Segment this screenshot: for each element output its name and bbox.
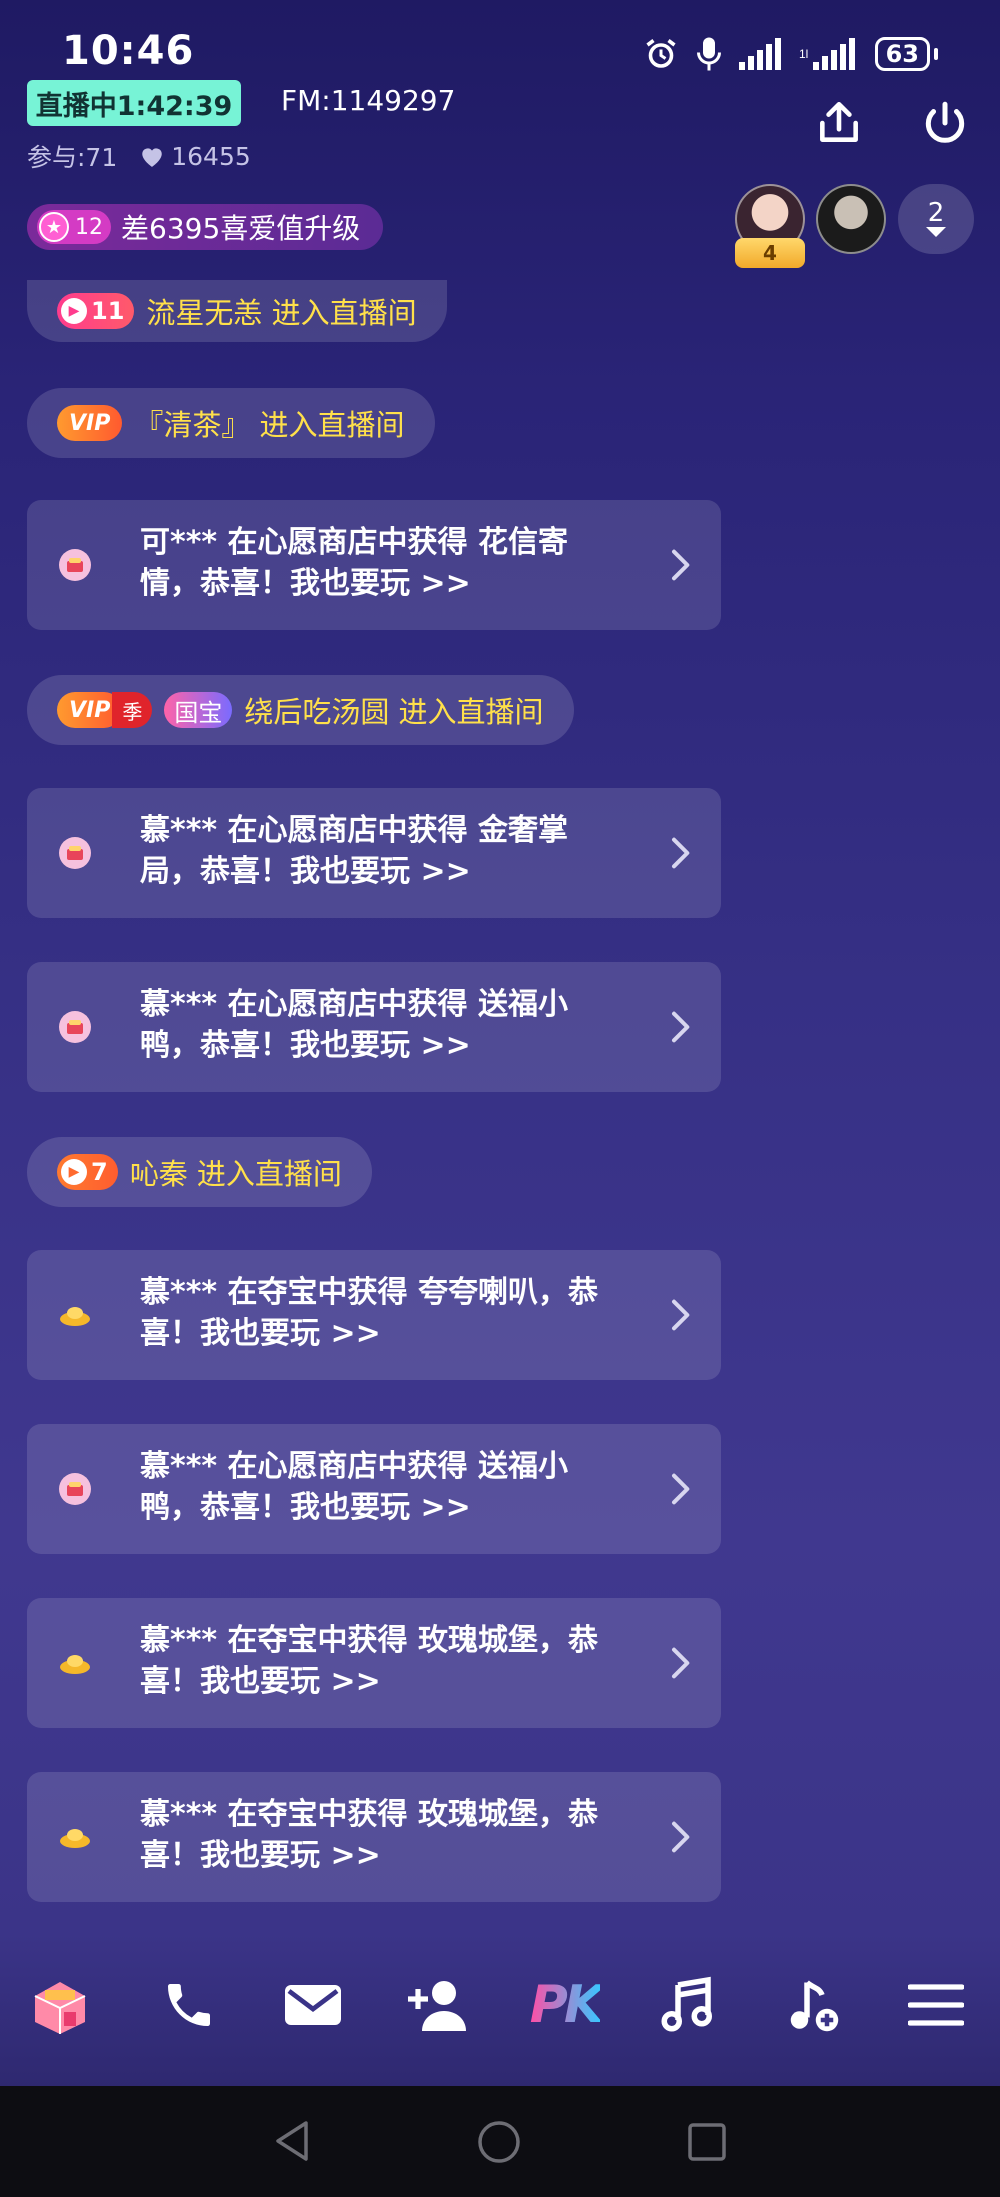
- share-icon: [820, 101, 858, 142]
- system-nav-bar: [0, 2086, 1000, 2197]
- star-icon: ★: [39, 212, 69, 242]
- heart-icon: [142, 148, 162, 167]
- music-add-icon: [790, 1980, 839, 2032]
- viewer-count-button[interactable]: 2: [898, 184, 974, 254]
- live-duration-badge: 直播中1:42:39: [27, 80, 241, 126]
- signal-4g-icon: 1l: [799, 38, 855, 70]
- gift-notice-text: 慕*** 在心愿商店中获得 送福小鸭，恭喜！我也要玩 >>: [140, 1449, 568, 1525]
- enter-message: VIP 『清茶』 进入直播间: [27, 388, 435, 458]
- enter-message: ▶ 11 流星无恙 进入直播间: [27, 280, 447, 342]
- season-badge: 季: [112, 692, 153, 728]
- wish-shop-icon: [59, 1473, 91, 1505]
- viewer-count: 2: [927, 198, 945, 228]
- shop-button[interactable]: [25, 1960, 95, 2050]
- music-button[interactable]: [653, 1960, 723, 2050]
- chevron-right-icon: [672, 1821, 690, 1853]
- enter-message: VIP 季 国宝 绕后吃汤圆 进入直播间: [27, 675, 574, 745]
- gift-notice-text: 慕*** 在心愿商店中获得 送福小鸭，恭喜！我也要玩 >>: [140, 987, 568, 1063]
- phone-icon: [168, 1984, 210, 2026]
- guobao-badge: 国宝: [164, 692, 233, 728]
- wish-shop-icon: [59, 837, 91, 869]
- music-request-button[interactable]: [777, 1960, 847, 2050]
- enter-text: 『清茶』 进入直播间: [134, 408, 405, 442]
- chevron-right-icon: [672, 1647, 690, 1679]
- participants-count: 参与:71: [27, 143, 118, 172]
- enter-message: ▶ 7 吣秦 进入直播间: [27, 1137, 372, 1207]
- avatar-rank-badge: 4: [735, 238, 805, 268]
- back-icon[interactable]: [270, 2119, 314, 2163]
- love-level-pill[interactable]: ★ 12 差6395喜爱值升级: [27, 204, 383, 250]
- chevron-right-icon: [672, 1473, 690, 1505]
- svg-text:1l: 1l: [799, 47, 808, 61]
- music-icon: [661, 1976, 712, 2032]
- bottom-toolbar: PK: [0, 1960, 1000, 2050]
- gift-notice-card[interactable]: 慕*** 在心愿商店中获得 金奢掌局，恭喜！我也要玩 >>: [27, 788, 721, 918]
- signal-icon: [738, 38, 781, 70]
- power-icon: [925, 101, 965, 143]
- call-button[interactable]: [154, 1960, 224, 2050]
- wish-shop-icon: [59, 549, 91, 581]
- rank-badge: ▶ 11: [57, 293, 135, 329]
- wish-shop-icon: [59, 1011, 91, 1043]
- gold-ingot-icon: [60, 1829, 90, 1848]
- love-level-number: 12: [75, 214, 103, 240]
- mail-icon: [285, 1985, 341, 2025]
- rank-icon: ▶: [61, 1159, 87, 1185]
- gold-ingot-icon: [60, 1655, 90, 1674]
- love-upgrade-text: 差6395喜爱值升级: [121, 212, 361, 245]
- love-level-badge: ★ 12: [37, 210, 111, 244]
- shop-icon: [34, 1982, 86, 2034]
- add-user-icon: [408, 1981, 466, 2031]
- enter-text: 绕后吃汤圆 进入直播间: [244, 695, 544, 729]
- room-stats: 参与:71 16455: [27, 138, 251, 174]
- chevron-right-icon: [672, 549, 690, 581]
- exit-button[interactable]: [914, 92, 976, 154]
- caret-down-icon: [926, 227, 946, 237]
- menu-icon: [908, 1984, 964, 2026]
- pk-icon: PK: [529, 1975, 604, 2035]
- gift-notice-text: 慕*** 在夺宝中获得 玫瑰城堡，恭喜！我也要玩 >>: [140, 1623, 598, 1699]
- message-button[interactable]: [278, 1960, 348, 2050]
- battery-icon: 63: [874, 37, 930, 71]
- pk-button[interactable]: PK: [525, 1960, 605, 2050]
- gift-notice-card[interactable]: 慕*** 在心愿商店中获得 送福小鸭，恭喜！我也要玩 >>: [27, 1424, 721, 1554]
- chevron-right-icon: [672, 837, 690, 869]
- share-button[interactable]: [808, 92, 870, 154]
- likes-count: 16455: [171, 141, 251, 171]
- recents-icon[interactable]: [686, 2121, 728, 2163]
- rank-icon: ▶: [61, 298, 87, 324]
- mic-icon: [696, 37, 721, 71]
- enter-text: 吣秦 进入直播间: [129, 1157, 342, 1191]
- vip-badge: VIP: [57, 405, 123, 441]
- chevron-right-icon: [672, 1011, 690, 1043]
- gift-notice-text: 慕*** 在夺宝中获得 夸夸喇叭，恭喜！我也要玩 >>: [140, 1275, 598, 1351]
- follow-button[interactable]: [403, 1960, 473, 2050]
- gold-ingot-icon: [60, 1307, 90, 1326]
- gift-notice-text: 慕*** 在心愿商店中获得 金奢掌局，恭喜！我也要玩 >>: [140, 813, 568, 889]
- more-menu-button[interactable]: [901, 1960, 971, 2050]
- gift-notice-card[interactable]: 慕*** 在夺宝中获得 玫瑰城堡，恭喜！我也要玩 >>: [27, 1598, 721, 1728]
- gift-notice-card[interactable]: 可*** 在心愿商店中获得 花信寄情，恭喜！我也要玩 >>: [27, 500, 721, 630]
- status-icons: 1l 63: [643, 36, 938, 72]
- gift-notice-card[interactable]: 慕*** 在夺宝中获得 夸夸喇叭，恭喜！我也要玩 >>: [27, 1250, 721, 1380]
- alarm-icon: [646, 39, 676, 68]
- likes: 16455: [139, 142, 251, 171]
- gift-notice-text: 可*** 在心愿商店中获得 花信寄情，恭喜！我也要玩 >>: [140, 525, 568, 601]
- rank-badge: ▶ 7: [57, 1154, 118, 1190]
- battery-tip: [934, 48, 938, 60]
- gift-notice-card[interactable]: 慕*** 在心愿商店中获得 送福小鸭，恭喜！我也要玩 >>: [27, 962, 721, 1092]
- gift-notice-card[interactable]: 慕*** 在夺宝中获得 玫瑰城堡，恭喜！我也要玩 >>: [27, 1772, 721, 1902]
- enter-text: 流星无恙 进入直播间: [146, 296, 417, 330]
- fm-id: FM:1149297: [281, 84, 456, 117]
- chevron-right-icon: [672, 1299, 690, 1331]
- audience-avatar-2[interactable]: [816, 184, 886, 254]
- home-icon[interactable]: [476, 2119, 522, 2165]
- gift-notice-text: 慕*** 在夺宝中获得 玫瑰城堡，恭喜！我也要玩 >>: [140, 1797, 598, 1873]
- status-time: 10:46: [62, 28, 195, 74]
